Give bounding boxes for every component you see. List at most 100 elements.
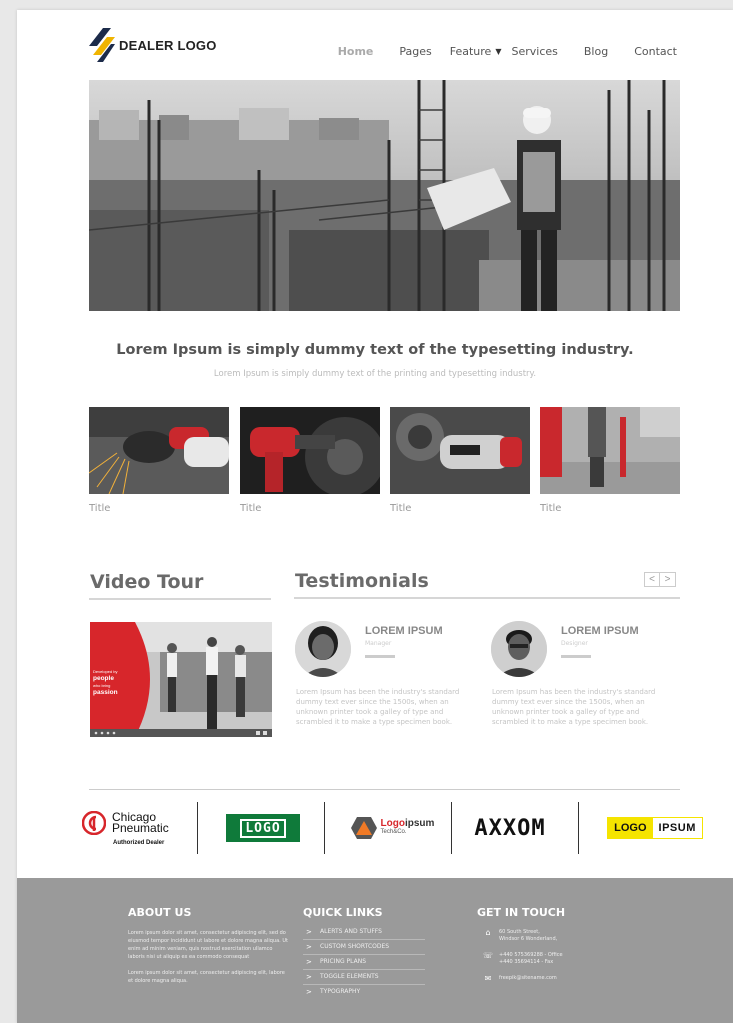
logo-text: DEALER LOGO [119, 37, 217, 53]
logoipsum-sub: Tech&Co. [380, 829, 407, 835]
video-tour-underline [89, 598, 271, 600]
testimonial-role: Manager [365, 640, 392, 647]
chevron-right-icon: > [306, 958, 312, 966]
logo-separator [197, 802, 198, 854]
product-image-breaker [540, 407, 680, 494]
card-title: Title [240, 503, 262, 514]
cp-emblem-icon [82, 810, 106, 835]
chevron-right-icon: > [306, 988, 312, 996]
logo-separator [324, 802, 325, 854]
main-nav: Home Pages Feature ▼ Services Blog Conta… [312, 45, 677, 58]
testimonials-arrows: < > [644, 572, 676, 587]
logo-green[interactable]: LOGO [225, 802, 301, 854]
nav-blog[interactable]: Blog [584, 45, 608, 58]
footer-about-text: Lorem ipsum dolor sit amet, consectetur … [128, 930, 288, 960]
product-card[interactable]: Title [240, 407, 380, 514]
product-card[interactable]: Title [390, 407, 530, 514]
nav-pages[interactable]: Pages [399, 45, 431, 58]
page: DEALER LOGO Home Pages Feature ▼ Service… [17, 10, 733, 1023]
footer-link-label: ALERTS AND STUFFS [320, 928, 382, 935]
logo-ipsum-part-2: IPSUM [658, 822, 696, 834]
chevron-right-icon: > [306, 973, 312, 981]
testimonial-text: Lorem Ipsum has been the industry's stan… [492, 688, 656, 726]
video-overlay-line: people [93, 675, 114, 682]
footer-phone: ☏ +440 575369288 - Office +440 35694114 … [477, 952, 565, 966]
logoipsum-techco-logo[interactable]: Logoipsum Tech&Co. [342, 802, 442, 854]
hexagon-logo-icon [350, 817, 377, 839]
nav-services[interactable]: Services [511, 45, 557, 58]
footer-quick-links: QUICK LINKS > ALERTS AND STUFFS > CUSTOM S… [303, 906, 425, 999]
footer-link[interactable]: > TOGGLE ELEMENTS [303, 970, 425, 985]
chevron-right-icon: > [306, 943, 312, 951]
prev-arrow-button[interactable]: < [644, 572, 660, 587]
footer-about: ABOUT US Lorem ipsum dolor sit amet, con… [128, 906, 288, 985]
phone-line: +440 575369288 - Office [499, 952, 563, 958]
product-card[interactable]: Title [540, 407, 680, 514]
hero-subline: Lorem Ipsum is simply dummy text of the … [213, 369, 537, 379]
card-title: Title [540, 503, 562, 514]
testimonial-text: Lorem Ipsum has been the industry's stan… [296, 688, 460, 726]
chevron-right-icon: > [306, 928, 312, 936]
product-card[interactable]: Title [89, 407, 229, 514]
avatar [491, 621, 547, 677]
footer-contact: GET IN TOUCH ⌂ 60 South Street, Windsor … [477, 906, 565, 991]
axxom-logo[interactable]: AXXOM [460, 802, 560, 854]
footer-link[interactable]: > TYPOGRAPHY [303, 985, 425, 999]
logoipsum-word-b: ipsum [404, 818, 435, 829]
logo-mark-icon [89, 28, 115, 62]
footer: ABOUT US Lorem ipsum dolor sit amet, con… [17, 878, 733, 1023]
card-title: Title [390, 503, 412, 514]
nav-home[interactable]: Home [338, 45, 374, 58]
product-image-air-tool [390, 407, 530, 494]
footer-about-text: Lorem ipsum dolor sit amet, consectetur … [128, 970, 285, 984]
footer-email[interactable]: ✉ freepik@sitename.com [477, 974, 565, 983]
dealer-logo[interactable]: DEALER LOGO [89, 28, 217, 62]
product-image-impact-wrench [240, 407, 380, 494]
email-text: freepik@sitename.com [499, 975, 557, 981]
nav-feature[interactable]: Feature ▼ [450, 45, 502, 58]
section-divider [89, 789, 680, 790]
axxom-text: AXXOM [474, 815, 546, 841]
address-line: Windsor 6 Wonderland, [499, 936, 558, 942]
video-tour-heading: Video Tour [90, 571, 204, 593]
footer-link[interactable]: > PRICING PLANS [303, 955, 425, 970]
video-overlay-line: passion [93, 689, 118, 696]
product-image-grinder [89, 407, 229, 494]
testimonial-rule [365, 655, 395, 658]
testimonials-underline [294, 597, 680, 599]
chevron-down-icon: ▼ [495, 47, 502, 56]
address-line: 60 South Street, [499, 929, 540, 935]
avatar [295, 621, 351, 677]
logo-ipsum-yellow[interactable]: LOGO IPSUM [591, 802, 719, 854]
phone-line: +440 35694114 - Fax [499, 959, 554, 965]
footer-link[interactable]: > CUSTOM SHORTCODES [303, 940, 425, 955]
cp-word: Pneumatic [112, 820, 169, 835]
hero-headline: Lorem Ipsum is simply dummy text of the … [116, 342, 634, 358]
testimonial-rule [561, 655, 591, 658]
logo-separator [451, 802, 452, 854]
cp-wordmark: Chicago Pneumatic [112, 811, 169, 835]
nav-contact[interactable]: Contact [634, 45, 677, 58]
footer-contact-heading: GET IN TOUCH [477, 906, 566, 919]
footer-quick-links-heading: QUICK LINKS [303, 906, 383, 919]
footer-link-label: CUSTOM SHORTCODES [320, 943, 390, 950]
next-arrow-button[interactable]: > [660, 572, 676, 587]
video-player[interactable]: Developed by people who bring passion [90, 622, 272, 737]
testimonial-name: LOREM IPSUM [365, 625, 443, 637]
brand-logos: Chicago Pneumatic Authorized Dealer LOGO… [82, 802, 722, 854]
video-overlay-line: who bring [93, 683, 111, 688]
logo-ipsum-part-1: LOGO [608, 818, 653, 838]
footer-link-label: TYPOGRAPHY [320, 988, 361, 995]
nav-feature-label: Feature [449, 45, 492, 58]
envelope-icon: ✉ [484, 974, 492, 983]
testimonial-name: LOREM IPSUM [561, 625, 639, 637]
footer-link[interactable]: > ALERTS AND STUFFS [303, 925, 425, 940]
footer-address: ⌂ 60 South Street, Windsor 6 Wonderland, [477, 929, 565, 943]
chicago-pneumatic-logo[interactable]: Chicago Pneumatic Authorized Dealer [82, 802, 192, 854]
logo-green-text: LOGO [240, 818, 286, 838]
authorized-dealer-label: Authorized Dealer [113, 839, 165, 846]
testimonial-role: Designer [561, 640, 588, 647]
video-overlay-text: Developed by people who bring passion [93, 668, 133, 696]
hero-image [89, 80, 680, 311]
footer-about-heading: ABOUT US [128, 906, 192, 919]
